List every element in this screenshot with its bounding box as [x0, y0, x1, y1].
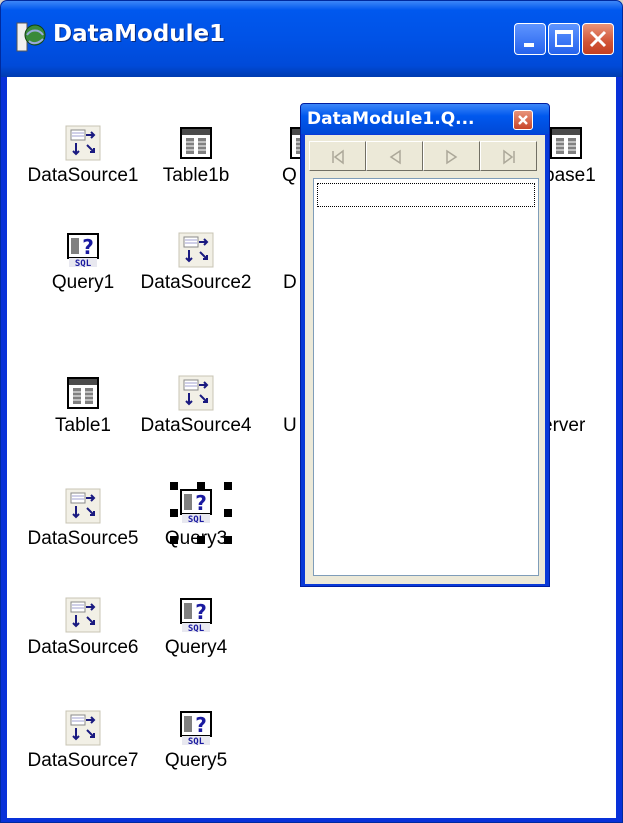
- floating-close-button[interactable]: [513, 110, 533, 130]
- selection-handles[interactable]: [170, 482, 232, 544]
- component-query4[interactable]: Query4: [136, 597, 256, 659]
- maximize-icon: [555, 30, 573, 47]
- minimize-icon: [524, 43, 534, 47]
- component-label: Query1: [51, 272, 115, 293]
- component-label: DataSource2: [140, 272, 252, 293]
- resize-handle[interactable]: [197, 482, 205, 490]
- resize-handle[interactable]: [224, 536, 232, 544]
- app-icon: [16, 22, 46, 52]
- component-label: Query5: [164, 750, 228, 771]
- component-datasource7[interactable]: DataSource7: [23, 710, 143, 772]
- focus-rect: [317, 183, 535, 207]
- window-title: DataModule1: [53, 21, 226, 47]
- table-icon: [67, 377, 99, 409]
- database-icon: [550, 127, 582, 159]
- component-label: base1: [544, 165, 596, 186]
- record-list[interactable]: [313, 178, 539, 576]
- component-datasource1[interactable]: DataSource1: [23, 125, 143, 187]
- datasource-icon: [178, 232, 214, 268]
- datasource-icon: [65, 710, 101, 746]
- component-label: Query4: [164, 637, 228, 658]
- resize-handle[interactable]: [224, 482, 232, 490]
- datasource-icon: [65, 125, 101, 161]
- floating-data-window[interactable]: DataModule1.Q...: [300, 103, 550, 587]
- floating-body: [305, 135, 545, 584]
- component-label: DataSource1: [27, 165, 139, 186]
- component-label: Table1: [55, 415, 111, 436]
- last-record-icon: [503, 149, 515, 165]
- component-query1[interactable]: Query1: [23, 232, 143, 294]
- next-record-icon: [446, 149, 458, 165]
- first-record-icon: [332, 149, 344, 165]
- db-navigator: [309, 141, 537, 171]
- resize-handle[interactable]: [170, 482, 178, 490]
- title-bar[interactable]: DataModule1: [1, 1, 622, 77]
- component-datasource4[interactable]: DataSource4: [136, 375, 256, 437]
- table-icon: [180, 127, 212, 159]
- datasource-icon: [65, 488, 101, 524]
- first-record-button[interactable]: [309, 141, 366, 171]
- datasource-icon: [178, 375, 214, 411]
- component-partial-database[interactable]: base1: [538, 125, 618, 187]
- close-icon: [589, 30, 607, 48]
- component-label: Q: [282, 165, 297, 186]
- component-label: DataSource7: [27, 750, 139, 771]
- component-label: DataSource6: [27, 637, 139, 658]
- component-label: DataSource4: [140, 415, 252, 436]
- component-datasource5[interactable]: DataSource5: [23, 488, 143, 550]
- last-record-button[interactable]: [480, 141, 537, 171]
- query-sql-icon: [67, 233, 99, 268]
- component-datasource2[interactable]: DataSource2: [136, 232, 256, 294]
- prior-record-icon: [389, 149, 401, 165]
- close-button[interactable]: [582, 23, 614, 55]
- minimize-button[interactable]: [514, 23, 546, 55]
- query-sql-icon: [180, 711, 212, 746]
- resize-handle[interactable]: [224, 509, 232, 517]
- component-table1[interactable]: Table1: [23, 375, 143, 437]
- resize-handle[interactable]: [197, 536, 205, 544]
- query-sql-icon: [180, 598, 212, 633]
- component-label: DataSource5: [27, 528, 139, 549]
- component-datasource6[interactable]: DataSource6: [23, 597, 143, 659]
- resize-handle[interactable]: [170, 536, 178, 544]
- close-icon: [518, 115, 528, 125]
- datasource-icon: [65, 597, 101, 633]
- maximize-button[interactable]: [548, 23, 580, 55]
- component-query5[interactable]: Query5: [136, 710, 256, 772]
- resize-handle[interactable]: [170, 509, 178, 517]
- component-partial-q[interactable]: Q: [226, 125, 322, 187]
- next-record-button[interactable]: [423, 141, 480, 171]
- floating-title-bar[interactable]: DataModule1.Q...: [301, 104, 549, 134]
- prior-record-button[interactable]: [366, 141, 423, 171]
- floating-window-title: DataModule1.Q...: [307, 109, 475, 129]
